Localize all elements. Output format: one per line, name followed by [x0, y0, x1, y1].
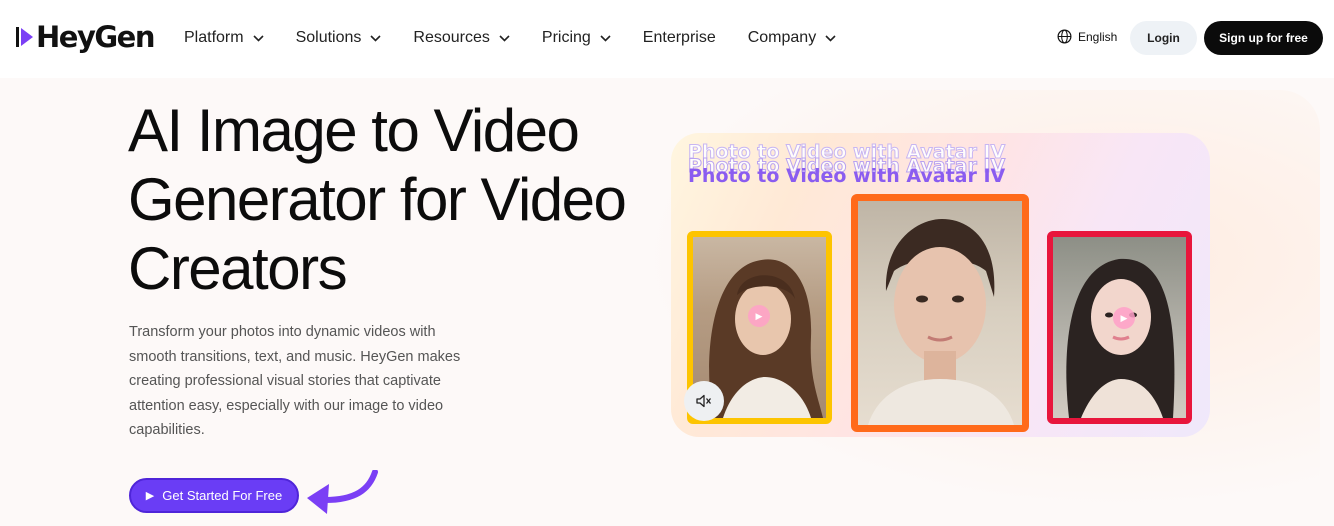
play-icon[interactable]: ▶: [748, 305, 770, 327]
nav-pricing-label: Pricing: [541, 29, 591, 46]
nav-enterprise-label: Enterprise: [642, 29, 716, 46]
hero-description: Transform your photos into dynamic video…: [129, 324, 461, 438]
nav-resources[interactable]: Resources: [413, 26, 510, 50]
logo-text: HeyGen: [36, 20, 155, 54]
play-icon[interactable]: ▶: [1113, 307, 1135, 329]
chevron-down-icon: [499, 34, 510, 42]
speaker-muted-icon[interactable]: [684, 381, 724, 421]
nav-enterprise[interactable]: Enterprise: [643, 26, 716, 50]
login-button[interactable]: Login: [1130, 21, 1197, 55]
nav-pricing[interactable]: Pricing: [542, 26, 611, 50]
top-navbar: HeyGen Platform Solutions Resources Pric…: [0, 0, 1334, 78]
chevron-down-icon: [370, 34, 381, 42]
language-selector[interactable]: English: [1057, 29, 1117, 44]
logo-play-icon: [16, 27, 33, 47]
chevron-down-icon: [825, 34, 836, 42]
avatar-frame-right[interactable]: ▶: [1047, 231, 1192, 424]
hero-title: AI Image to Video Generator for Video Cr…: [128, 97, 627, 302]
heygen-logo[interactable]: HeyGen: [16, 18, 155, 56]
chevron-down-icon: [600, 34, 611, 42]
curved-arrow-icon: [307, 470, 378, 514]
nav-resources-label: Resources: [413, 29, 490, 46]
nav-platform-label: Platform: [184, 29, 244, 46]
language-label: English: [1078, 29, 1118, 44]
globe-icon: [1057, 29, 1072, 44]
signup-button[interactable]: Sign up for free: [1204, 21, 1323, 55]
showcase-card: Photo to Video with Avatar IV Photo to V…: [671, 133, 1210, 437]
nav-solutions-label: Solutions: [295, 29, 362, 46]
nav-platform[interactable]: Platform: [184, 26, 264, 50]
nav-solutions[interactable]: Solutions: [296, 26, 382, 50]
portrait-illustration: [868, 219, 1014, 425]
nav-company[interactable]: Company: [748, 26, 836, 50]
showcase-title: Photo to Video with Avatar IV: [688, 165, 1006, 187]
portrait-image: [858, 201, 1022, 425]
get-started-label: Get Started For Free: [162, 488, 283, 503]
speaker-muted-glyph: [696, 394, 712, 408]
play-icon: ▶: [145, 490, 155, 502]
avatar-frame-center[interactable]: [851, 194, 1029, 432]
get-started-button[interactable]: ▶ Get Started For Free: [129, 478, 299, 513]
main-menu: Platform Solutions Resources Pricing Ent…: [184, 26, 868, 50]
nav-company-label: Company: [747, 29, 817, 46]
chevron-down-icon: [253, 34, 264, 42]
